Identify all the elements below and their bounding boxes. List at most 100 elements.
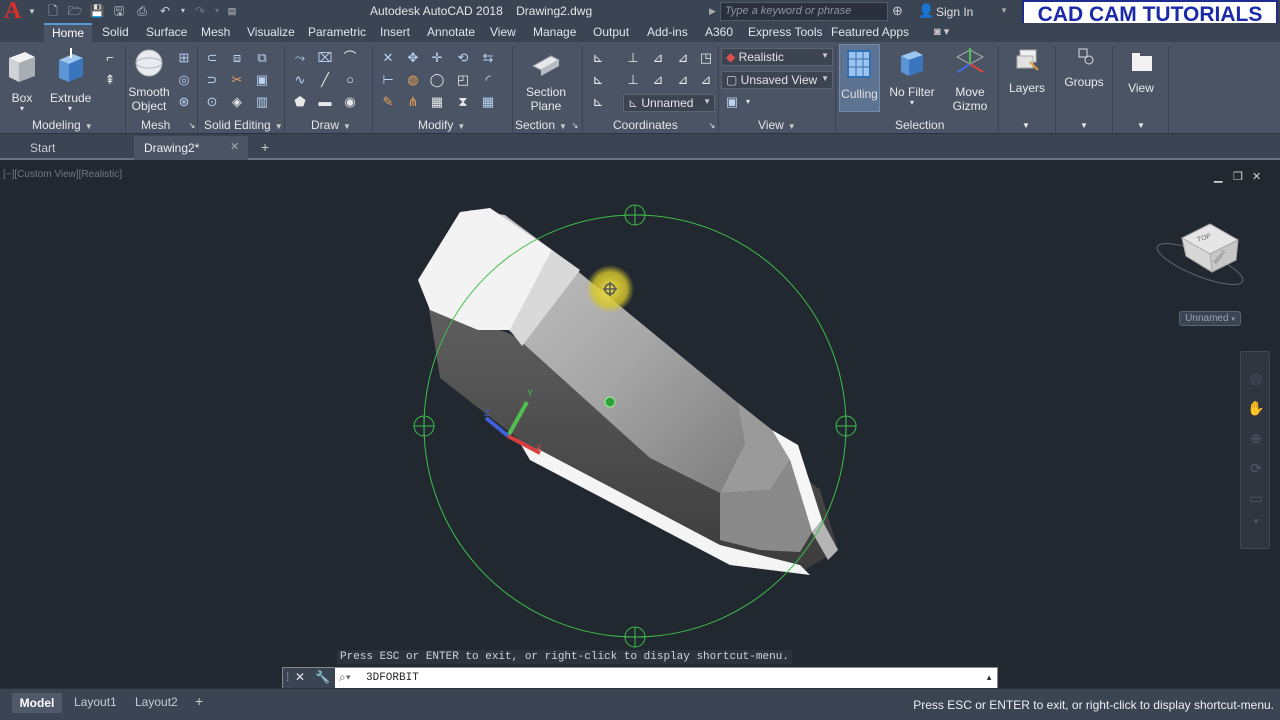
save-as-icon[interactable]: 🖫 [111, 3, 127, 19]
union-icon[interactable]: ⊂ [204, 50, 220, 66]
mesh-torus-icon[interactable]: ⊛ [176, 94, 192, 110]
groups-button[interactable]: Groups [1060, 46, 1108, 89]
view-button[interactable]: View [1118, 46, 1164, 95]
redo-dropdown-icon[interactable]: ▾ [209, 3, 225, 19]
showmotion-icon[interactable]: ▭ [1247, 490, 1265, 508]
ucs-face-icon[interactable]: ⊿ [698, 72, 714, 88]
extend-icon[interactable]: ⊢ [380, 72, 396, 88]
thicken-icon[interactable]: ⧉ [254, 50, 270, 66]
rotate-icon[interactable]: ◯ [429, 72, 445, 88]
polyline-icon[interactable]: ⤳ [292, 50, 308, 66]
ucs-origin-icon[interactable]: ⊾ [590, 72, 606, 88]
ucs-world-icon[interactable]: ⊥ [625, 50, 641, 66]
mirror-icon[interactable]: ⧗ [455, 94, 471, 110]
model-layout-tab[interactable]: Model [12, 693, 62, 713]
ucs-dropdown[interactable]: ⊾ Unnamed ▼ [623, 94, 715, 112]
no-filter-button[interactable]: No Filter ▾ [888, 46, 936, 107]
intersect-icon[interactable]: ⊙ [204, 94, 220, 110]
command-input[interactable]: 3DFORBIT [366, 672, 419, 684]
array-icon[interactable]: ▦ [480, 94, 496, 110]
scale-icon[interactable]: ◰ [455, 72, 471, 88]
add-layout-icon[interactable]: + [195, 693, 203, 709]
redo-icon[interactable]: ↷ [192, 3, 208, 19]
tab-parametric[interactable]: Parametric [308, 25, 366, 39]
viewcube[interactable]: TOP RIGHT [1153, 223, 1247, 292]
zoom-extents-icon[interactable]: ⊕ [1247, 430, 1265, 448]
new-tab-icon[interactable]: + [261, 139, 269, 155]
tab-featured-apps[interactable]: Featured Apps [831, 25, 909, 39]
chevron-down-icon[interactable]: ▼ [1076, 118, 1092, 134]
solid-editing-panel-title[interactable]: Solid Editing ▼ [204, 118, 283, 132]
binoculars-icon[interactable]: ⊕ [892, 3, 903, 19]
view-panel-title[interactable]: View ▼ [758, 118, 796, 132]
tab-output[interactable]: Output [593, 25, 629, 39]
move-arrows-icon[interactable]: ✛ [429, 50, 445, 66]
visual-style-dropdown[interactable]: ◆ Realistic ▼ [721, 48, 833, 66]
polysolid-icon[interactable]: ⌐ [102, 50, 118, 66]
customize-qat-icon[interactable]: ▤ [224, 3, 240, 19]
mesh-sphere-icon[interactable]: ◎ [176, 72, 192, 88]
move-gizmo-button[interactable]: Move Gizmo [948, 46, 992, 113]
command-line[interactable]: ⁞ ✕ 🔧 ⌕▾ 3DFORBIT ▲ [282, 667, 998, 689]
imprint-icon[interactable]: ◈ [229, 94, 245, 110]
extrude-button[interactable]: Extrude ▾ [50, 46, 91, 113]
drawing-viewport[interactable]: [−][Custom View][Realistic] ▁ ❐ ✕ Y X Z … [0, 160, 1280, 689]
mesh-box-icon[interactable]: ⊞ [176, 50, 192, 66]
section-plane-button[interactable]: Section Plane [524, 46, 568, 113]
3d-align-icon[interactable]: ⇆ [480, 50, 496, 66]
polygon-icon[interactable]: ⬟ [292, 94, 308, 110]
application-menu-button[interactable]: A ▼ [0, 0, 38, 24]
close-icon[interactable]: ✕ [295, 670, 305, 684]
smooth-object-button[interactable]: Smooth Object [128, 46, 170, 113]
layout2-tab[interactable]: Layout2 [135, 695, 178, 709]
3d-solid-body[interactable] [418, 208, 838, 575]
box-button[interactable]: Box ▾ [4, 46, 40, 113]
tab-a360[interactable]: A360 [705, 25, 733, 39]
modeling-panel-title[interactable]: Modeling ▼ [32, 118, 93, 132]
explode-icon[interactable]: ⋔ [405, 94, 421, 110]
ucs-3point-icon[interactable]: ⊥ [625, 72, 641, 88]
start-tab[interactable]: Start [0, 137, 134, 159]
fillet-icon[interactable]: ◜ [480, 72, 496, 88]
saved-view-dropdown[interactable]: ▢ Unsaved View ▼ [721, 71, 833, 89]
region-icon[interactable]: ▬ [317, 94, 333, 110]
dialog-launcher-icon[interactable]: ↘ [567, 118, 583, 134]
orbit-icon[interactable]: ⟳ [1247, 460, 1265, 478]
culling-button[interactable]: Culling [839, 44, 880, 112]
tab-home[interactable]: Home [44, 23, 93, 43]
coordinates-panel-title[interactable]: Coordinates [613, 118, 678, 132]
ucs-y-icon[interactable]: ⊿ [675, 50, 691, 66]
tab-view[interactable]: View [490, 25, 516, 39]
tab-manage[interactable]: Manage [533, 25, 576, 39]
viewport-config-icon[interactable]: ▣ [724, 94, 740, 110]
ucs-named-icon[interactable]: ⊾ [590, 94, 606, 110]
new-file-icon[interactable]: 🗋 [45, 3, 61, 19]
presspull-icon[interactable]: ⇞ [102, 72, 118, 88]
save-icon[interactable]: 💾 [89, 3, 105, 19]
boundary-icon[interactable]: ◉ [342, 94, 358, 110]
tab-insert[interactable]: Insert [380, 25, 410, 39]
pan-icon[interactable]: ✋ [1247, 400, 1265, 418]
open-file-icon[interactable]: 🗁 [67, 3, 83, 19]
tab-mesh[interactable]: Mesh [201, 25, 230, 39]
tab-solid[interactable]: Solid [102, 25, 129, 39]
ucs-view-icon[interactable]: ◳ [698, 50, 714, 66]
search-input[interactable]: Type a keyword or phrase [720, 2, 888, 21]
offset-icon[interactable]: ◍ [405, 72, 421, 88]
slice-icon[interactable]: ⧈ [229, 50, 245, 66]
chevron-down-icon[interactable]: ▾ [740, 94, 756, 110]
chevron-down-icon[interactable]: ▼ [1018, 118, 1034, 134]
customize-icon[interactable]: 🔧 [315, 670, 330, 684]
wcs-menu-button[interactable]: Unnamed ▾ [1179, 311, 1241, 326]
interfere-icon[interactable]: ✂ [229, 72, 245, 88]
circle-icon[interactable]: ○ [342, 72, 358, 88]
tab-visualize[interactable]: Visualize [247, 25, 295, 39]
ucs-object-icon[interactable]: ⊿ [675, 72, 691, 88]
trim-icon[interactable]: ✕ [380, 50, 396, 66]
3d-rotate-icon[interactable]: ⟲ [455, 50, 471, 66]
3d-model-scene[interactable]: Y X Z TOP RIGHT [0, 160, 1280, 688]
plot-icon[interactable]: ⎙ [134, 3, 150, 19]
stretch-icon[interactable]: ▦ [429, 94, 445, 110]
ucs-x-icon[interactable]: ⊿ [650, 50, 666, 66]
arc-icon[interactable]: ⌒ [342, 50, 358, 66]
